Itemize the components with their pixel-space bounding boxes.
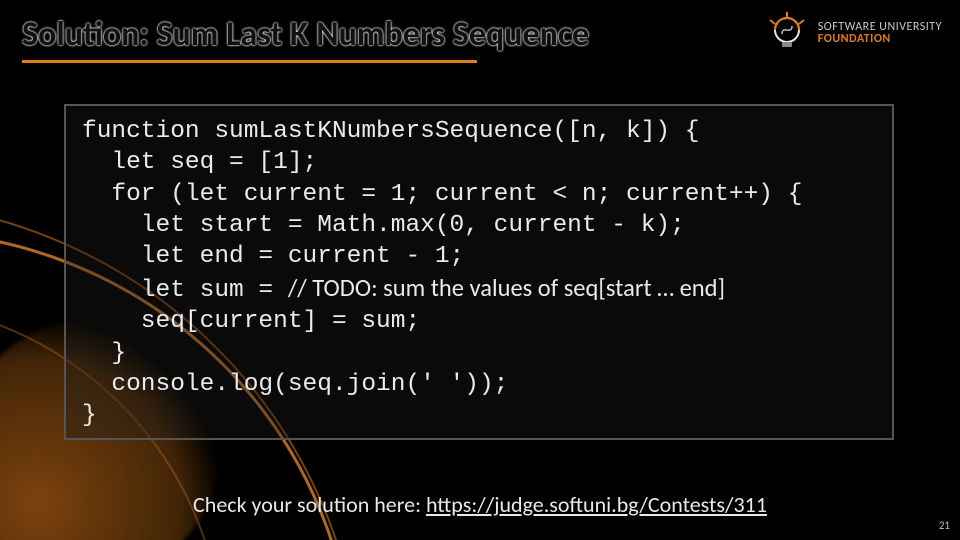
code-line-1: function sumLastKNumbersSequence([n, k])… [82, 118, 700, 145]
logo: SOFTWARE UNIVERSITY FOUNDATION [764, 10, 942, 56]
footer-prefix: Check your solution here: [193, 491, 426, 518]
logo-line-2: FOUNDATION [818, 33, 942, 45]
code-block: function sumLastKNumbersSequence([n, k])… [64, 104, 894, 440]
code-line-5: let end = current - 1; [82, 243, 464, 270]
lightbulb-icon [764, 10, 810, 56]
code-line-8: } [82, 340, 126, 367]
code-content: function sumLastKNumbersSequence([n, k])… [82, 116, 876, 432]
title-underline [22, 60, 477, 63]
code-comment: // TODO: sum the values of seq[start … e… [288, 273, 725, 303]
footer-note: Check your solution here: https://judge.… [0, 491, 960, 518]
logo-text: SOFTWARE UNIVERSITY FOUNDATION [818, 21, 942, 45]
footer-link[interactable]: https://judge.softuni.bg/Contests/311 [426, 491, 767, 518]
slide: Solution: Sum Last K Numbers Sequence SO… [0, 0, 960, 540]
code-line-7: seq[current] = sum; [82, 308, 420, 335]
code-line-9: console.log(seq.join(' ')); [82, 371, 508, 398]
code-line-4: let start = Math.max(0, current - k); [82, 212, 685, 239]
slide-title: Solution: Sum Last K Numbers Sequence [22, 14, 589, 55]
code-line-3: for (let current = 1; current < n; curre… [82, 181, 802, 208]
page-number: 21 [939, 519, 950, 532]
code-line-10: } [82, 402, 97, 429]
code-line-2: let seq = [1]; [82, 149, 317, 176]
code-line-6a: let sum = [82, 277, 288, 304]
